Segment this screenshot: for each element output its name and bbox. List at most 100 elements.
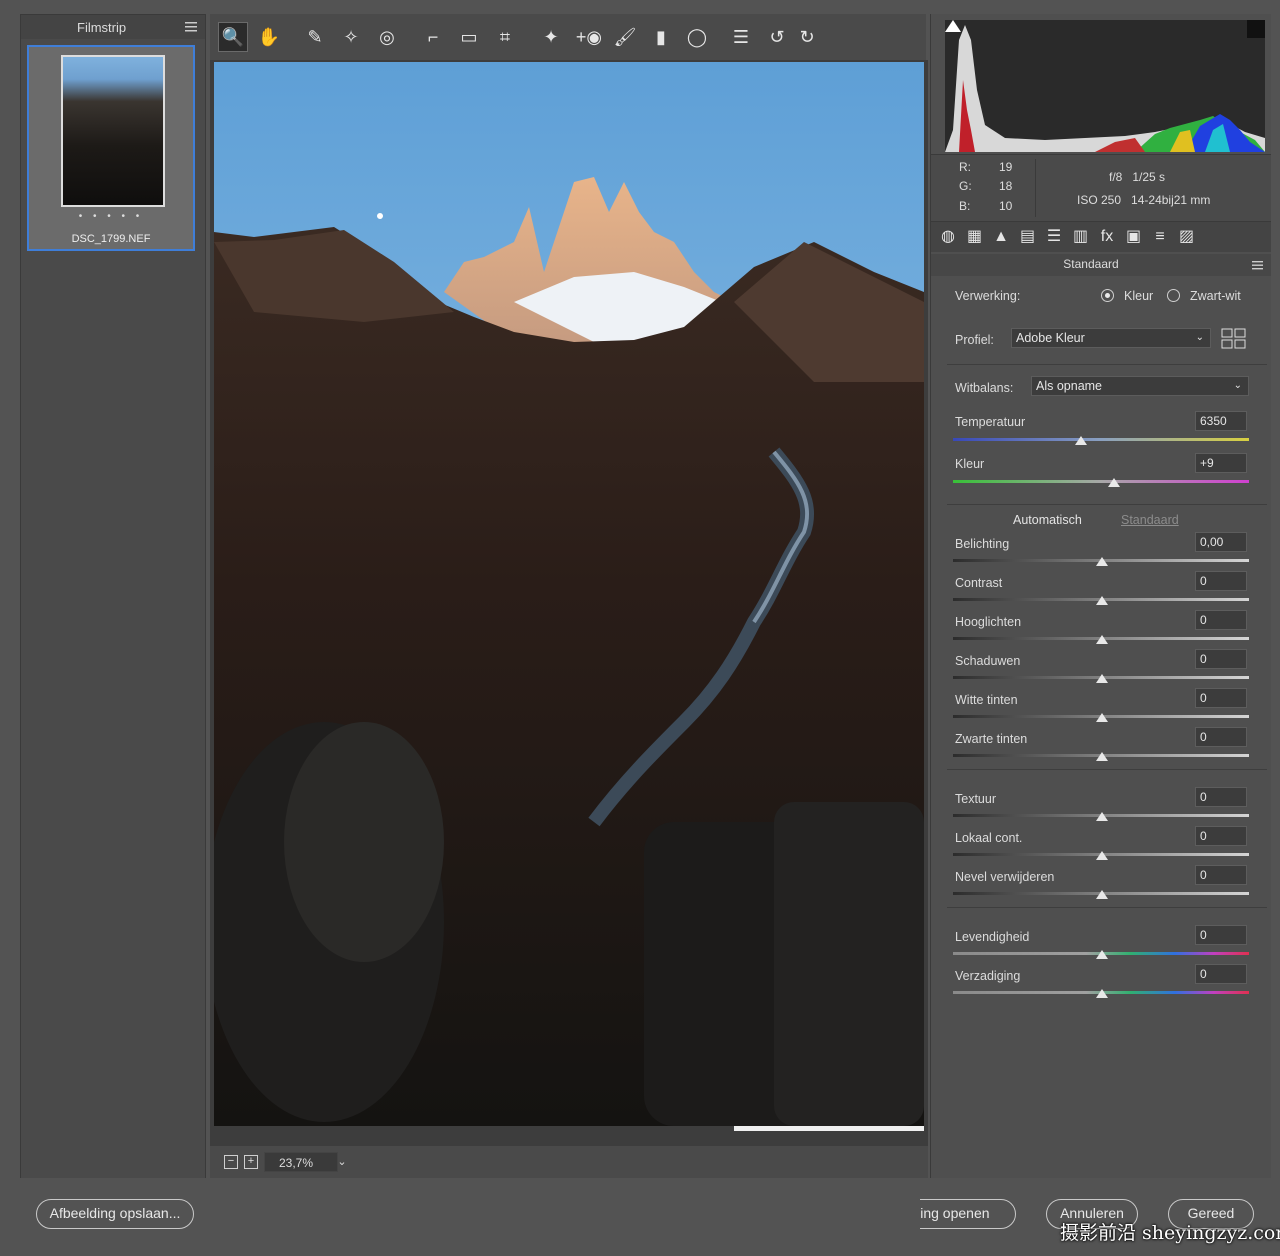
saturation-field[interactable]: 0 (1195, 964, 1247, 984)
tint-slider-thumb[interactable] (1108, 478, 1120, 487)
graduated-filter-tool-icon[interactable]: ▮ (646, 22, 676, 52)
zoom-tool-icon[interactable]: 🔍 (218, 22, 248, 52)
shadows-slider-thumb[interactable] (1096, 674, 1108, 683)
crop-tool-icon[interactable]: ⌐ (418, 22, 448, 52)
wb-dropdown[interactable]: Als opname ⌄ (1031, 376, 1249, 396)
detail-tab-icon[interactable]: ▲ (990, 227, 1012, 247)
shadow-clipping-icon[interactable] (945, 20, 961, 32)
spot-removal-tool-icon[interactable]: ✦ (536, 22, 566, 52)
treatment-bw-radio[interactable] (1167, 289, 1180, 302)
texture-slider-thumb[interactable] (1096, 812, 1108, 821)
color-sampler-tool-icon[interactable]: ✧ (336, 22, 366, 52)
effects-tab-icon[interactable]: fx (1096, 227, 1118, 247)
preferences-tool-icon[interactable]: ☰ (726, 22, 756, 52)
adjustments-panel: R: 19 G: 18 B: 10 f/8 1/25 s ISO 250 14-… (930, 14, 1271, 1178)
lens-corrections-tab-icon[interactable]: ▥ (1070, 227, 1092, 247)
texture-label: Textuur (955, 792, 996, 806)
r-value: 19 (999, 160, 1013, 174)
targeted-adjustment-tool-icon[interactable]: ◎ (372, 22, 402, 52)
section-menu-icon[interactable] (1252, 260, 1263, 270)
temperature-field[interactable]: 6350 (1195, 411, 1247, 431)
photo-preview[interactable] (214, 62, 924, 1126)
preview-scrollbar[interactable] (734, 1126, 924, 1131)
thumbnail-image[interactable] (61, 55, 165, 207)
contrast-slider-thumb[interactable] (1096, 596, 1108, 605)
b-value: 10 (999, 199, 1013, 213)
rotate-right-tool-icon[interactable]: ↻ (792, 22, 822, 52)
exposure-field[interactable]: 0,00 (1195, 532, 1247, 552)
clarity-field[interactable]: 0 (1195, 826, 1247, 846)
zoom-bar: − + 23,7% ⌄ (210, 1146, 928, 1178)
pixel-readout: R: 19 G: 18 B: 10 f/8 1/25 s ISO 250 14-… (931, 154, 1271, 222)
tone-curve-tab-icon[interactable]: ▦ (964, 227, 986, 247)
panel-menu-icon[interactable] (185, 21, 197, 32)
profile-dropdown[interactable]: Adobe Kleur ⌄ (1011, 328, 1211, 348)
blacks-label: Zwarte tinten (955, 732, 1028, 746)
treatment-color-label[interactable]: Kleur (1124, 289, 1153, 303)
treatment-bw-label[interactable]: Zwart-wit (1190, 289, 1241, 303)
presets-tab-icon[interactable]: ≡ (1149, 227, 1171, 247)
dehaze-slider-thumb[interactable] (1096, 890, 1108, 899)
vibrance-label: Levendigheid (955, 930, 1030, 944)
rotate-left-tool-icon[interactable]: ↺ (762, 22, 792, 52)
zoom-out-button[interactable]: − (224, 1155, 238, 1169)
r-label: R: (959, 160, 971, 174)
blacks-slider-thumb[interactable] (1096, 752, 1108, 761)
wb-label: Witbalans: (955, 381, 1014, 395)
whites-slider-thumb[interactable] (1096, 713, 1108, 722)
landscape-photo-image (214, 62, 924, 1126)
exif-iso-lens: ISO 250 14-24bij21 mm (1077, 193, 1210, 207)
preview-area[interactable] (210, 60, 928, 1146)
section-title: Standaard (1063, 257, 1119, 271)
whites-label: Witte tinten (955, 693, 1018, 707)
snapshots-tab-icon[interactable]: ▨ (1176, 227, 1198, 247)
default-button[interactable]: Standaard (1121, 513, 1179, 527)
tint-label: Kleur (955, 457, 985, 471)
adjustment-brush-tool-icon[interactable]: 🖌 (610, 22, 640, 52)
vibrance-field[interactable]: 0 (1195, 925, 1247, 945)
transform-tool-icon[interactable]: ⌗ (490, 22, 520, 52)
profile-browser-icon[interactable] (1221, 328, 1247, 350)
white-balance-tool-icon[interactable]: ✎ (300, 22, 330, 52)
straighten-tool-icon[interactable]: ▭ (454, 22, 484, 52)
highlights-slider-thumb[interactable] (1096, 635, 1108, 644)
highlights-field[interactable]: 0 (1195, 610, 1247, 630)
filmstrip-thumbnail-item[interactable]: • • • • • DSC_1799.NEF (27, 45, 195, 251)
vibrance-slider-thumb[interactable] (1096, 950, 1108, 959)
calibration-tab-icon[interactable]: ▣ (1123, 227, 1145, 247)
temperature-label: Temperatuur (955, 415, 1026, 429)
whites-field[interactable]: 0 (1195, 688, 1247, 708)
temperature-slider-thumb[interactable] (1075, 436, 1087, 445)
shadows-field[interactable]: 0 (1195, 649, 1247, 669)
star-rating[interactable]: • • • • • (29, 211, 193, 222)
aperture-value: f/8 (1109, 170, 1123, 184)
chevron-down-icon[interactable]: ⌄ (332, 1152, 352, 1172)
clarity-slider-thumb[interactable] (1096, 851, 1108, 860)
split-toning-tab-icon[interactable]: ☰ (1043, 227, 1065, 247)
zoom-level-field[interactable]: 23,7% (264, 1152, 338, 1172)
temperature-slider-track[interactable] (953, 438, 1249, 441)
tint-field[interactable]: +9 (1195, 453, 1247, 473)
tint-slider-track[interactable] (953, 480, 1249, 483)
highlight-clipping-icon[interactable] (1247, 20, 1265, 38)
hsl-tab-icon[interactable]: ▤ (1017, 227, 1039, 247)
basic-tab-icon[interactable]: ◍ (937, 227, 959, 247)
auto-button[interactable]: Automatisch (1013, 513, 1082, 527)
save-image-button[interactable]: Afbeelding opslaan... (36, 1199, 194, 1229)
blacks-field[interactable]: 0 (1195, 727, 1247, 747)
hand-tool-icon[interactable]: ✋ (254, 22, 284, 52)
histogram (945, 20, 1265, 152)
radial-filter-tool-icon[interactable]: ◯ (682, 22, 712, 52)
exposure-slider-thumb[interactable] (1096, 557, 1108, 566)
treatment-color-radio[interactable] (1101, 289, 1114, 302)
open-image-button[interactable]: ding openen (920, 1199, 1016, 1229)
highlights-label: Hooglichten (955, 615, 1022, 629)
red-eye-tool-icon[interactable]: +◉ (574, 22, 604, 52)
dehaze-field[interactable]: 0 (1195, 865, 1247, 885)
zoom-in-button[interactable]: + (244, 1155, 258, 1169)
contrast-field[interactable]: 0 (1195, 571, 1247, 591)
saturation-slider-thumb[interactable] (1096, 989, 1108, 998)
chevron-down-icon: ⌄ (1233, 380, 1242, 391)
open-image-button-wrap: ding openen (920, 1198, 1018, 1230)
texture-field[interactable]: 0 (1195, 787, 1247, 807)
